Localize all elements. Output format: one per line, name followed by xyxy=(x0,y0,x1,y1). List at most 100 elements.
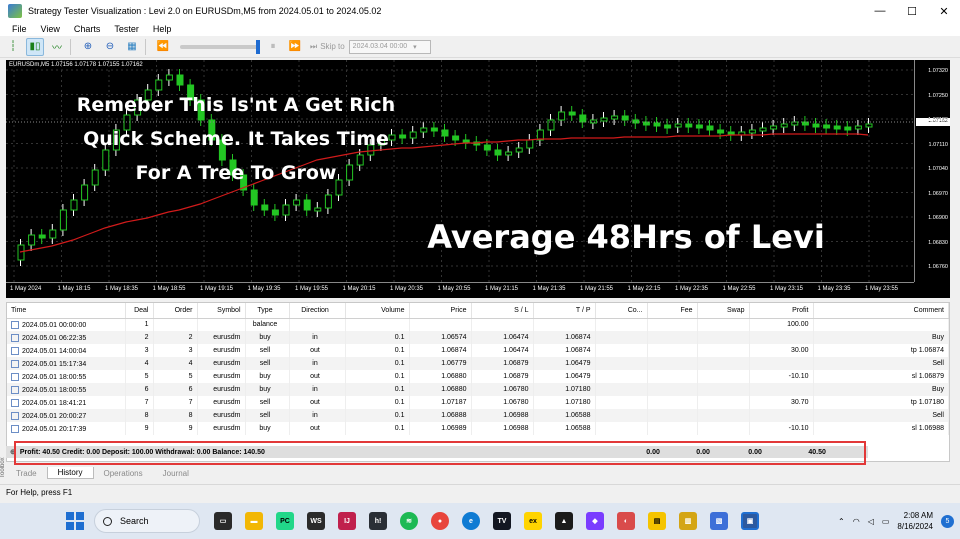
zoom-out-icon[interactable]: ⊖ xyxy=(101,38,119,56)
skip-to-control[interactable]: ⏭ Skip to xyxy=(310,42,345,52)
col-type[interactable]: Type xyxy=(245,303,290,319)
app-metatrader-icon[interactable]: ▥ xyxy=(679,512,697,530)
menu-tester[interactable]: Tester xyxy=(114,24,139,34)
col-fee[interactable]: Fee xyxy=(647,303,698,319)
chevron-up-icon[interactable]: ⌃ xyxy=(838,517,845,526)
webstorm-icon[interactable]: WS xyxy=(307,512,325,530)
col-tp[interactable]: T / P xyxy=(533,303,596,319)
strategy-tester-taskbar-icon[interactable]: ▣ xyxy=(741,512,759,530)
col-commission[interactable]: Co... xyxy=(595,303,648,319)
menu-help[interactable]: Help xyxy=(153,24,172,34)
file-explorer-icon[interactable]: ▬ xyxy=(245,512,263,530)
cell-value: buy xyxy=(259,373,271,380)
hackerrank-icon[interactable]: h! xyxy=(369,512,387,530)
app-red-icon[interactable]: ◐ xyxy=(617,512,635,530)
edge-icon[interactable]: e xyxy=(462,512,480,530)
tab-history[interactable]: History xyxy=(46,467,94,479)
candle-body xyxy=(282,204,290,216)
table-cell xyxy=(345,318,410,331)
table-row[interactable]: 2024.05.01 18:41:21 7 7 eurusdm sell out 0.1 1.… xyxy=(7,396,949,409)
chrome-icon[interactable]: ● xyxy=(431,512,449,530)
motivational-caption: Remeber This Is'nt A Get Rich Quick Sche… xyxy=(46,88,426,190)
table-cell: 6 xyxy=(153,383,198,396)
minimize-button[interactable]: — xyxy=(864,0,896,22)
tab-journal[interactable]: Journal xyxy=(153,467,199,479)
notification-badge[interactable]: 5 xyxy=(941,514,954,528)
line-chart-icon[interactable]: 〰 xyxy=(48,38,66,56)
price-chart[interactable]: EURUSDm,M5 1.07156 1.07178 1.07155 1.071… xyxy=(6,60,950,298)
col-time[interactable]: Time xyxy=(7,303,126,319)
table-row[interactable]: 2024.05.01 06:22:35 2 2 eurusdm buy in 0.1 1.06… xyxy=(7,331,949,344)
col-profit[interactable]: Profit xyxy=(749,303,814,319)
arc-icon[interactable]: ▲ xyxy=(555,512,573,530)
app-yellow-icon[interactable]: ▤ xyxy=(648,512,666,530)
table-row[interactable]: 2024.05.01 20:00:27 8 8 eurusdm sell in 0.1 1.0… xyxy=(7,409,949,422)
col-volume[interactable]: Volume xyxy=(345,303,410,319)
table-row[interactable]: 2024.05.01 15:17:34 4 4 eurusdm sell in 0.1 1.0… xyxy=(7,357,949,370)
spotify-icon[interactable]: ≋ xyxy=(400,512,418,530)
zoom-in-icon[interactable]: ⊕ xyxy=(79,38,97,56)
skip-icon: ⏭ xyxy=(310,41,318,51)
bar-chart-icon[interactable]: ┆ xyxy=(4,38,22,56)
close-button[interactable]: ✕ xyxy=(928,0,960,22)
grid-icon[interactable]: ▦ xyxy=(123,38,141,56)
rewind-icon[interactable]: ⏪ xyxy=(154,38,172,56)
time-axis-label: 1 May 22:55 xyxy=(722,286,756,292)
col-comment[interactable]: Comment xyxy=(813,303,949,319)
table-row[interactable]: 2024.05.01 18:00:55 6 6 eurusdm buy in 0.1 1.06… xyxy=(7,383,949,396)
table-cell xyxy=(197,318,246,331)
col-price[interactable]: Price xyxy=(409,303,472,319)
col-deal[interactable]: Deal xyxy=(125,303,154,319)
cell-value: 2024.05.01 18:00:55 xyxy=(22,373,87,381)
col-swap[interactable]: Swap xyxy=(697,303,750,319)
col-order[interactable]: Order xyxy=(153,303,198,319)
table-row[interactable]: 2024.05.01 20:17:39 9 9 eurusdm buy out 0.1 1.0… xyxy=(7,422,949,435)
taskbar-search[interactable]: Search xyxy=(94,509,200,533)
battery-icon[interactable]: ▭ xyxy=(882,517,890,526)
table-row[interactable]: 2024.05.01 14:00:04 3 3 eurusdm sell out 0.1 1.… xyxy=(7,344,949,357)
candle-body xyxy=(558,111,566,121)
cell-value: 1.07180 xyxy=(565,386,591,393)
toolbox-tabs: Trade History Operations Journal xyxy=(6,465,950,479)
col-direction[interactable]: Direction xyxy=(289,303,346,319)
fast-forward-icon[interactable]: ⏩ xyxy=(286,38,304,56)
wifi-icon[interactable]: ◠ xyxy=(853,517,860,526)
menu-charts[interactable]: Charts xyxy=(74,24,101,34)
maximize-button[interactable]: ☐ xyxy=(896,0,928,22)
table-cell: buy xyxy=(245,370,290,383)
menu-view[interactable]: View xyxy=(41,24,60,34)
cell-value: 100.00 xyxy=(787,321,809,329)
obsidian-icon[interactable]: ◆ xyxy=(586,512,604,530)
table-row[interactable]: 2024.05.01 18:00:55 5 5 eurusdm buy out 0.1 1.0… xyxy=(7,370,949,383)
col-sl[interactable]: S / L xyxy=(471,303,534,319)
volume-icon[interactable]: ◁ xyxy=(868,517,874,526)
pycharm-icon[interactable]: PC xyxy=(276,512,294,530)
candle-body xyxy=(261,204,269,211)
skip-date-field[interactable]: 2024.03.04 00:00 ▾ xyxy=(348,39,431,54)
intellij-icon[interactable]: IJ xyxy=(338,512,356,530)
table-row[interactable]: 2024.05.01 00:00:00 1 balance 100.00 xyxy=(7,318,949,331)
cell-value: out xyxy=(310,373,320,380)
speed-slider[interactable] xyxy=(180,39,260,54)
cell-value: 1.06474 xyxy=(503,334,529,341)
clock[interactable]: 2:08 AM 8/16/2024 xyxy=(897,510,933,532)
task-view-icon[interactable]: ▭ xyxy=(214,512,232,530)
table-cell: 100.00 xyxy=(749,318,814,331)
calendar-icon[interactable]: ▾ xyxy=(413,43,417,51)
app-blue-icon[interactable]: ▧ xyxy=(710,512,728,530)
tradingview-icon[interactable]: TV xyxy=(493,512,511,530)
menu-file[interactable]: File xyxy=(12,24,27,34)
table-cell: 5 xyxy=(125,370,154,383)
table-cell: buy xyxy=(245,383,290,396)
pause-icon[interactable]: ⏸ xyxy=(264,38,282,56)
speed-slider-thumb[interactable] xyxy=(256,39,260,54)
tab-trade[interactable]: Trade xyxy=(6,467,47,479)
col-symbol[interactable]: Symbol xyxy=(197,303,246,319)
windows-start-icon[interactable] xyxy=(66,512,84,530)
table-cell: 1.07180 xyxy=(533,383,596,396)
exness-icon[interactable]: ex xyxy=(524,512,542,530)
table-cell xyxy=(647,318,698,331)
search-label: Search xyxy=(120,516,149,526)
tab-operations[interactable]: Operations xyxy=(94,467,153,479)
candlestick-icon[interactable]: ▮▯ xyxy=(26,37,44,56)
